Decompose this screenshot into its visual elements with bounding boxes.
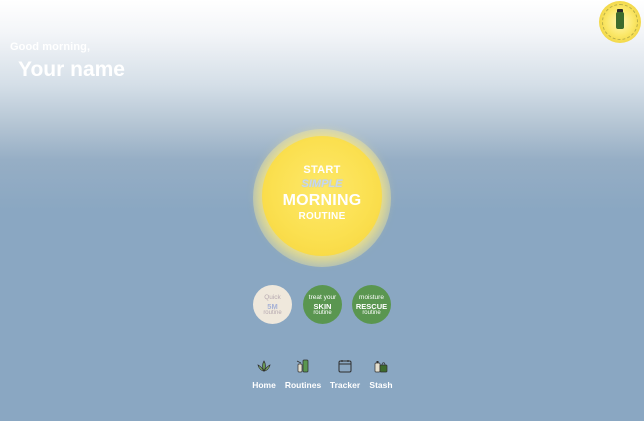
- app-logo[interactable]: [599, 1, 641, 43]
- simple-label: SIMPLE: [301, 178, 343, 190]
- skin-routine-button[interactable]: treat your SKIN routine: [303, 285, 342, 324]
- start-label: START: [303, 164, 341, 176]
- nav-routines-label: Routines: [284, 380, 322, 390]
- nav-stash-label: Stash: [369, 380, 393, 390]
- products-icon: [296, 359, 309, 373]
- routine-label: ROUTINE: [298, 211, 346, 222]
- quick-top: Quick: [264, 294, 281, 301]
- nav-home[interactable]: Home: [251, 359, 277, 390]
- bottle-logo-icon: [616, 12, 624, 29]
- calendar-icon: [338, 360, 352, 373]
- skin-top: treat your: [308, 294, 337, 301]
- user-name: Your name: [18, 58, 125, 81]
- nav-home-label: Home: [252, 380, 276, 390]
- rescue-routine-button[interactable]: moisture RESCUE routine: [352, 285, 391, 324]
- morning-label: MORNING: [282, 192, 362, 209]
- nav-routines[interactable]: Routines: [284, 359, 322, 390]
- skin-bottom: routine: [313, 310, 332, 316]
- quick-routine-button[interactable]: Quick 5M routine: [253, 285, 292, 324]
- nav-stash[interactable]: Stash: [368, 359, 394, 390]
- rescue-bottom: routine: [362, 310, 381, 316]
- greeting-text: Good morning,: [10, 41, 91, 53]
- start-routine-button[interactable]: START SIMPLE MORNING ROUTINE: [262, 136, 382, 256]
- rescue-top: moisture: [359, 294, 384, 301]
- nav-tracker-label: Tracker: [329, 380, 361, 390]
- quick-bottom: routine: [263, 310, 282, 316]
- lotus-icon: [257, 360, 271, 372]
- nav-tracker[interactable]: Tracker: [329, 359, 361, 390]
- bag-icon: [374, 361, 388, 373]
